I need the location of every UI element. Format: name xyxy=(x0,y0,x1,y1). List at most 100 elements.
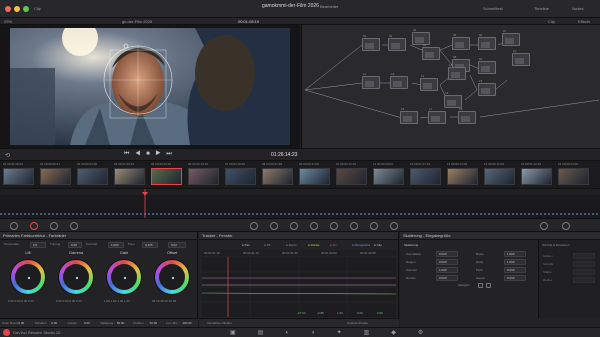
node-02[interactable]: 02 xyxy=(388,34,406,51)
zoom-window-button[interactable] xyxy=(23,6,29,12)
close-window-button[interactable] xyxy=(5,6,11,12)
timeline-clip-segment[interactable] xyxy=(280,213,282,215)
zoom-level[interactable]: 29% xyxy=(4,19,12,24)
timeline-clip-segment[interactable] xyxy=(444,213,446,215)
timeline-clip-segment[interactable] xyxy=(276,213,278,215)
timeline-clip-segment[interactable] xyxy=(388,213,390,215)
mini-timeline[interactable] xyxy=(0,188,600,219)
timeline-clip-segment[interactable] xyxy=(72,213,74,215)
timeline-clip-segment[interactable] xyxy=(52,213,54,215)
timeline-clip-segment[interactable] xyxy=(452,213,454,215)
analyze-points-button[interactable]: Analyse-Punkte xyxy=(347,321,368,325)
tracker-control-toggle[interactable]: ● Tilt xyxy=(264,243,270,247)
timeline-clip-segment[interactable] xyxy=(556,213,558,215)
timeline-clip-segment[interactable] xyxy=(44,213,46,215)
clip-thumbnail[interactable] xyxy=(373,168,404,185)
footer-param-value[interactable]: 0.00 xyxy=(84,321,90,325)
tracker-icon[interactable] xyxy=(310,222,318,230)
node-13[interactable]: 13 xyxy=(420,74,438,91)
node-09[interactable]: 09 xyxy=(478,57,496,74)
timeline-clip-segment[interactable] xyxy=(520,213,522,215)
timeline-clip-segment[interactable] xyxy=(180,213,182,215)
clip-thumbnail[interactable] xyxy=(3,168,34,185)
timeline-clip-segment[interactable] xyxy=(460,213,462,215)
timeline-clip-segment[interactable] xyxy=(592,213,594,215)
timeline-clip-segment[interactable] xyxy=(120,213,122,215)
timeline-clip-segment[interactable] xyxy=(548,213,550,215)
timeline-clip-segment[interactable] xyxy=(160,213,162,215)
minimize-window-button[interactable] xyxy=(14,6,20,12)
timeline-clip-segment[interactable] xyxy=(264,213,266,215)
timeline-clip-segment[interactable] xyxy=(32,213,34,215)
timeline-clip-segment[interactable] xyxy=(84,213,86,215)
timeline-clip-segment[interactable] xyxy=(576,213,578,215)
timeline-clip-segment[interactable] xyxy=(552,213,554,215)
topright-item-3[interactable]: Nodes xyxy=(572,6,584,11)
scopes-icon[interactable] xyxy=(540,222,548,230)
timeline-clip-segment[interactable] xyxy=(496,213,498,215)
timeline-clip-segment[interactable] xyxy=(376,213,378,215)
blur-icon[interactable] xyxy=(330,222,338,230)
timeline-clip-segment[interactable] xyxy=(16,213,18,215)
timeline-clip-segment[interactable] xyxy=(316,213,318,215)
tracker-control-toggle[interactable]: ● Perspective xyxy=(352,243,370,247)
flip-vertical-checkbox[interactable] xyxy=(486,283,491,288)
sizing-param-field[interactable]: 0.000 xyxy=(436,251,458,257)
wheel-center-dot[interactable] xyxy=(76,277,78,279)
timeline-clip-segment[interactable] xyxy=(148,213,150,215)
color-wheel[interactable] xyxy=(106,259,142,295)
timeline-clip-segment[interactable] xyxy=(220,213,222,215)
timeline-clip-segment[interactable] xyxy=(116,213,118,215)
timeline-clip-segment[interactable] xyxy=(304,213,306,215)
info-icon[interactable] xyxy=(562,222,570,230)
clip-thumbnail[interactable] xyxy=(484,168,515,185)
node-03[interactable]: 03 xyxy=(412,28,430,45)
timeline-clip-segment[interactable] xyxy=(124,213,126,215)
timeline-clip-segment[interactable] xyxy=(272,213,274,215)
timeline-clip-segment[interactable] xyxy=(508,213,510,215)
node-04[interactable]: 04 xyxy=(422,43,440,60)
timeline-clip-segment[interactable] xyxy=(12,213,14,215)
timeline-clip-segment[interactable] xyxy=(28,213,30,215)
timeline-clip-segment[interactable] xyxy=(380,213,382,215)
timeline-clip-segment[interactable] xyxy=(252,213,254,215)
app-menu[interactable]: Clip xyxy=(34,6,41,11)
loop-icon[interactable]: ⟲ xyxy=(5,152,10,159)
timeline-clip-segment[interactable] xyxy=(308,213,310,215)
timeline-clip-segment[interactable] xyxy=(408,213,410,215)
clip-thumbnail[interactable] xyxy=(262,168,293,185)
timeline-clip-segment[interactable] xyxy=(456,213,458,215)
footer-param-value[interactable]: 100.00 xyxy=(182,321,191,325)
timeline-clip-segment[interactable] xyxy=(20,213,22,215)
timeline-clip-segment[interactable] xyxy=(64,213,66,215)
timeline-clip-segment[interactable] xyxy=(396,213,398,215)
sizing-param-field[interactable]: 1.000 xyxy=(504,259,526,265)
timeline-clip-segment[interactable] xyxy=(200,213,202,215)
motion-effects-icon[interactable] xyxy=(70,222,78,230)
sizing-param-field[interactable]: 1.000 xyxy=(504,251,526,257)
timeline-clip-segment[interactable] xyxy=(428,213,430,215)
timeline-clip-segment[interactable] xyxy=(588,213,590,215)
timeline-clip-segment[interactable] xyxy=(184,213,186,215)
timeline-clip-segment[interactable] xyxy=(300,213,302,215)
timeline-clip-segment[interactable] xyxy=(40,213,42,215)
timeline-clip-segment[interactable] xyxy=(416,213,418,215)
timeline-clip-segment[interactable] xyxy=(360,213,362,215)
timeline-clip-segment[interactable] xyxy=(488,213,490,215)
rgb-mixer-icon[interactable] xyxy=(50,222,58,230)
timeline-clip-segment[interactable] xyxy=(100,213,102,215)
timeline-clip-segment[interactable] xyxy=(92,213,94,215)
qualifier-icon[interactable] xyxy=(270,222,278,230)
timeline-clip-segment[interactable] xyxy=(8,213,10,215)
timeline-clip-segment[interactable] xyxy=(68,213,70,215)
timeline-clip-segment[interactable] xyxy=(392,213,394,215)
timeline-clip-segment[interactable] xyxy=(412,213,414,215)
window-icon[interactable] xyxy=(290,222,298,230)
node-01[interactable]: 01 xyxy=(362,34,380,51)
timeline-clip-segment[interactable] xyxy=(348,213,350,215)
tracker-control-toggle[interactable]: ● Pan xyxy=(242,243,250,247)
clip-mode-select[interactable]: Clip xyxy=(548,19,555,24)
timeline-clip-segment[interactable] xyxy=(544,213,546,215)
clip-thumbnail[interactable] xyxy=(225,168,256,185)
timeline-clip-segment[interactable] xyxy=(48,213,50,215)
